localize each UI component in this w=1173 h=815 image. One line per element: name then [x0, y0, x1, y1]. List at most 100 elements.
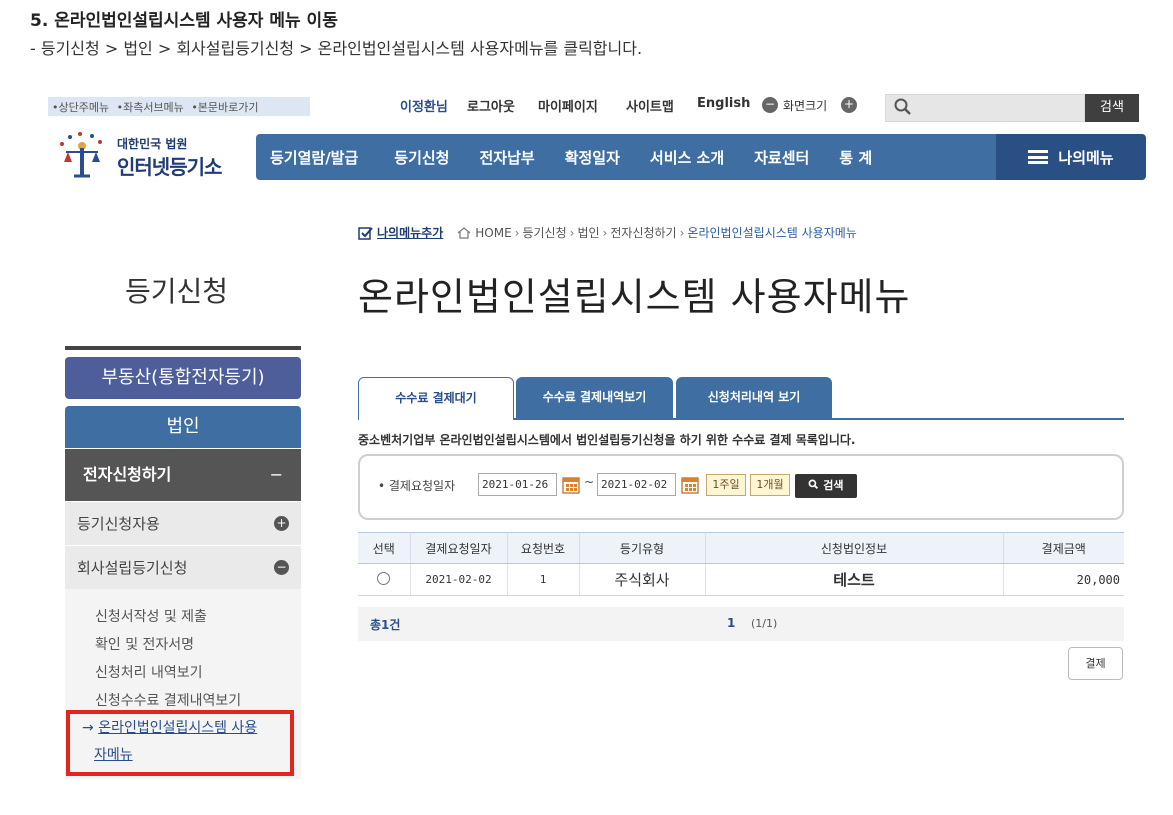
sidebar-item-applicant[interactable]: 등기신청자용 +: [65, 502, 301, 546]
col-select: 선택: [358, 532, 411, 564]
gnb-item-statistics[interactable]: 통 계: [839, 147, 872, 168]
breadcrumb-separator-icon: ›: [514, 225, 520, 240]
sidebar-divider: [65, 346, 301, 350]
table-row[interactable]: 2021-02-02 1 주식회사 테스트 20,000: [358, 563, 1124, 596]
skip-links: •상단주메뉴 •좌측서브메뉴 •본문바로가기: [48, 97, 310, 116]
tab-process-history[interactable]: 신청처리내역 보기: [676, 377, 832, 419]
col-request-date: 결제요청일자: [410, 532, 508, 564]
logout-link[interactable]: 로그아웃: [467, 96, 515, 115]
user-name: 이정환님: [400, 100, 448, 115]
breadcrumb-separator-icon: ›: [569, 225, 575, 240]
sidebar-item-corp[interactable]: 법인: [65, 406, 301, 448]
pagination-bar: [358, 607, 1124, 641]
row-reg-type: 주식회사: [579, 563, 706, 596]
filter-search-label: 검색: [823, 479, 844, 492]
calendar-icon[interactable]: [562, 475, 580, 494]
total-count: 총1건: [370, 618, 401, 632]
col-reg-type: 등기유형: [579, 532, 706, 564]
hamburger-icon: [1028, 150, 1049, 164]
main-navigation: 등기열람/발급 등기신청 전자납부 확정일자 서비스 소개 자료센터 통 계: [256, 134, 996, 180]
search-input[interactable]: [885, 94, 1085, 122]
row-select-cell: [358, 563, 411, 596]
list-description: 중소벤처기업부 온라인법인설립시스템에서 법인설립등기신청을 하기 위한 수수료…: [358, 433, 856, 447]
doc-description: - 등기신청 > 법인 > 회사설립등기신청 > 온라인법인설립시스템 사용자메…: [30, 39, 643, 58]
tab-active-gap: [359, 417, 513, 420]
collapse-icon: −: [274, 560, 289, 575]
english-link[interactable]: English: [697, 96, 750, 111]
date-to-field[interactable]: 2021-02-02: [597, 473, 676, 496]
add-mymenu-link[interactable]: 나의메뉴추가: [377, 224, 443, 241]
highlight-box: [66, 710, 294, 776]
gnb-item-service-intro[interactable]: 서비스 소개: [650, 147, 724, 168]
breadcrumb-corp[interactable]: 법인: [577, 224, 599, 241]
zoom-in-icon[interactable]: +: [841, 97, 857, 113]
row-select-radio[interactable]: [377, 571, 391, 585]
calendar-icon[interactable]: [681, 475, 699, 494]
collapse-icon: −: [269, 465, 283, 484]
breadcrumb-application[interactable]: 등기신청: [522, 224, 566, 241]
expand-icon: +: [274, 516, 289, 531]
sidebar-item-company-setup[interactable]: 회사설립등기신청 −: [65, 546, 301, 590]
breadcrumb-separator-icon: ›: [602, 225, 608, 240]
row-corp-info: 테스트: [705, 563, 1004, 596]
gnb-item-fixed-date[interactable]: 확정일자: [565, 147, 620, 168]
sidebar-item-esubmit[interactable]: 전자신청하기 −: [65, 449, 301, 501]
date-range-separator: ~: [584, 475, 595, 489]
checkbox-check-icon: [358, 226, 373, 240]
zoom-label: 화면크기: [783, 99, 828, 113]
sidebar-link-fee-history[interactable]: 신청수수료 결제내역보기: [95, 690, 241, 710]
tab-fee-pending[interactable]: 수수료 결제대기: [358, 377, 514, 419]
breadcrumb: 나의메뉴추가 HOME › 등기신청 › 법인 › 전자신청하기 › 온라인법인…: [358, 224, 857, 241]
one-month-button[interactable]: 1개월: [750, 474, 790, 496]
sidebar-link-process-history[interactable]: 신청처리 내역보기: [95, 662, 203, 682]
logo-subtitle: 대한민국 법원: [117, 137, 188, 151]
table-header-row: 선택 결제요청일자 요청번호 등기유형 신청법인정보 결제금액: [358, 532, 1124, 564]
sidebar-item-applicant-label: 등기신청자용: [77, 515, 160, 533]
row-amount: 20,000: [1003, 563, 1124, 596]
page-title: 온라인법인설립시스템 사용자메뉴: [358, 275, 911, 319]
page-number[interactable]: 1: [727, 616, 735, 630]
col-request-no: 요청번호: [507, 532, 580, 564]
gnb-item-inquiry[interactable]: 등기열람/발급: [270, 147, 358, 168]
search-button[interactable]: 검색: [1085, 94, 1139, 122]
payment-request-date-label: • 결제요청일자: [378, 479, 456, 493]
search-icon: [809, 479, 819, 490]
zoom-out-icon[interactable]: −: [762, 97, 778, 113]
page-info: (1/1): [751, 617, 778, 630]
sidebar-link-confirm-sign[interactable]: 확인 및 전자서명: [95, 634, 194, 654]
skip-link-sub-menu[interactable]: •좌측서브메뉴: [117, 101, 184, 114]
breadcrumb-esubmit[interactable]: 전자신청하기: [610, 224, 676, 241]
mymenu-label: 나의메뉴: [1058, 148, 1114, 167]
sidebar-item-real-estate[interactable]: 부동산(통합전자등기): [65, 357, 301, 399]
court-logo-icon[interactable]: [52, 130, 112, 180]
date-from-field[interactable]: 2021-01-26: [478, 473, 557, 496]
logo-title[interactable]: 인터넷등기소: [117, 151, 222, 180]
skip-link-content[interactable]: •본문바로가기: [191, 101, 258, 114]
breadcrumb-separator-icon: ›: [679, 225, 685, 240]
sidebar-item-esubmit-label: 전자신청하기: [83, 465, 172, 484]
mypage-link[interactable]: 마이페이지: [538, 96, 598, 115]
row-request-no: 1: [507, 563, 580, 596]
filter-search-button[interactable]: 검색: [795, 474, 857, 498]
search-icon: [894, 98, 911, 115]
payment-table: 선택 결제요청일자 요청번호 등기유형 신청법인정보 결제금액 2021-02-…: [358, 532, 1124, 596]
mymenu-button[interactable]: 나의메뉴: [996, 134, 1146, 180]
skip-link-main-menu[interactable]: •상단주메뉴: [52, 101, 109, 114]
gnb-item-payment[interactable]: 전자납부: [479, 147, 534, 168]
col-amount: 결제금액: [1003, 532, 1124, 564]
col-corp-info: 신청법인정보: [705, 532, 1004, 564]
breadcrumb-current: 온라인법인설립시스템 사용자메뉴: [687, 226, 857, 240]
sidebar-item-company-setup-label: 회사설립등기신청: [77, 559, 188, 577]
row-request-date: 2021-02-02: [410, 563, 508, 596]
breadcrumb-home[interactable]: HOME: [475, 226, 511, 240]
doc-title: 5. 온라인법인설립시스템 사용자 메뉴 이동: [30, 11, 338, 31]
sidebar-title: 등기신청: [125, 275, 229, 308]
sitemap-link[interactable]: 사이트맵: [626, 96, 674, 115]
gnb-item-resources[interactable]: 자료센터: [754, 147, 809, 168]
gnb-item-application[interactable]: 등기신청: [394, 147, 449, 168]
home-icon: [457, 226, 471, 239]
sidebar-link-write-submit[interactable]: 신청서작성 및 제출: [95, 606, 207, 626]
pay-button[interactable]: 결제: [1068, 647, 1123, 680]
tab-fee-history[interactable]: 수수료 결제내역보기: [516, 377, 673, 419]
one-week-button[interactable]: 1주일: [706, 474, 746, 496]
